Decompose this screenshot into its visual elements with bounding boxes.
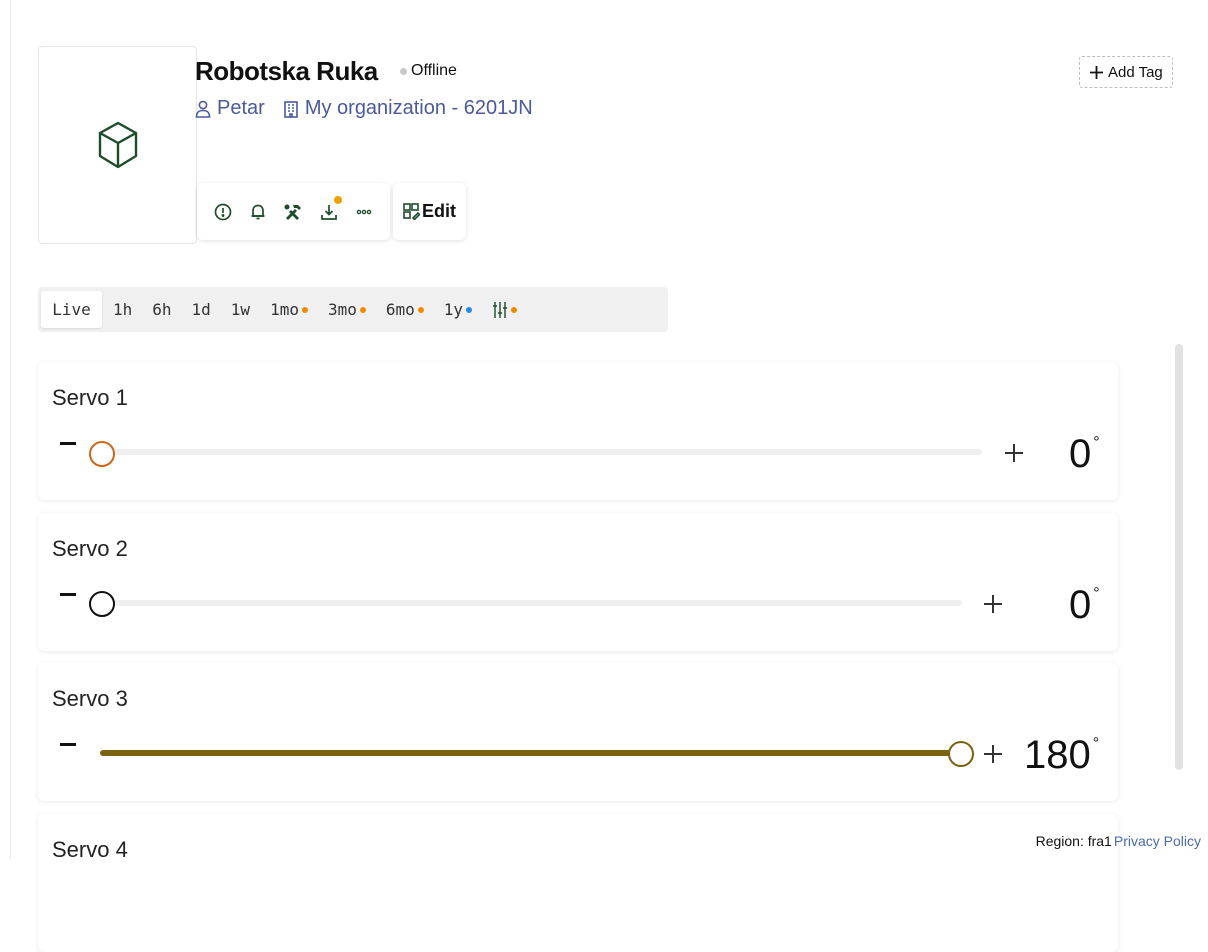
servo-slider-thumb[interactable] <box>89 441 115 467</box>
device-meta: Petar My organization - 6201JN <box>195 97 533 120</box>
tab-1d[interactable]: 1d <box>183 291 220 328</box>
tab-1mo[interactable]: 1mo <box>261 291 317 328</box>
bell-icon <box>251 204 265 219</box>
edit-button[interactable]: Edit <box>393 183 466 240</box>
servo-value-number: 180 <box>1024 733 1091 777</box>
tools-button[interactable] <box>280 199 306 225</box>
servo-slider-fill <box>100 750 962 756</box>
status-text: Offline <box>411 62 457 79</box>
degree-unit: ° <box>1092 735 1100 752</box>
increment-button[interactable] <box>984 745 1002 763</box>
tab-label: Live <box>52 300 91 319</box>
increment-button[interactable] <box>984 595 1002 613</box>
download-badge <box>333 195 342 204</box>
add-tag-button[interactable]: Add Tag <box>1079 56 1173 88</box>
device-image <box>38 46 197 244</box>
tab-label: 1d <box>191 300 211 319</box>
tab-custom-range[interactable] <box>483 291 526 328</box>
tab-label: 1h <box>113 300 133 319</box>
tab-label: 6mo <box>385 300 415 319</box>
servo-value-number: 0 <box>1069 432 1092 476</box>
footer: Region: fra1 Privacy Policy <box>1036 833 1201 849</box>
servo-card: Servo 1 0 ° <box>38 362 1118 500</box>
time-range-selector: Live 1h 6h 1d 1w 1mo 3mo 6mo 1y <box>38 287 668 332</box>
servo-value-number: 0 <box>1069 583 1092 627</box>
owner-link[interactable]: Petar <box>217 97 265 120</box>
tab-label: 1w <box>230 300 251 319</box>
status-dot <box>400 67 407 75</box>
servo-label: Servo 3 <box>52 686 128 711</box>
scrollbar[interactable] <box>1175 344 1183 770</box>
device-status: Offline <box>400 62 457 80</box>
tab-1h[interactable]: 1h <box>104 291 141 328</box>
tab-1w[interactable]: 1w <box>222 291 259 328</box>
servo-value: 0 ° <box>1069 432 1100 477</box>
tab-1y[interactable]: 1y <box>435 291 481 328</box>
servo-slider-track[interactable] <box>100 600 962 606</box>
servo-label: Servo 1 <box>52 385 128 410</box>
range-dot <box>511 306 518 313</box>
servo-slider-thumb[interactable] <box>89 591 115 617</box>
tab-label: 1y <box>443 300 464 319</box>
servo-label: Servo 4 <box>52 837 128 862</box>
privacy-policy-link[interactable]: Privacy Policy <box>1114 833 1201 849</box>
plus-icon <box>1090 65 1103 79</box>
more-icon <box>356 209 372 214</box>
servo-slider-track[interactable] <box>100 750 962 756</box>
servo-card: Servo 3 180 ° <box>38 663 1118 801</box>
tab-label: 3mo <box>327 300 357 319</box>
tab-label: 1mo <box>270 300 299 319</box>
more-button[interactable] <box>351 199 377 225</box>
device-title: Robotska Ruka <box>195 56 378 86</box>
tab-6mo[interactable]: 6mo <box>377 291 433 328</box>
servo-value: 0 ° <box>1069 583 1100 628</box>
organization-link[interactable]: My organization - 6201JN <box>305 97 533 120</box>
servo-value: 180 ° <box>1024 733 1099 778</box>
region-text: Region: fra1 <box>1035 833 1112 849</box>
range-dot <box>359 306 366 313</box>
info-button[interactable] <box>210 199 236 225</box>
decrement-button[interactable] <box>60 593 76 596</box>
user-icon <box>195 100 211 118</box>
notifications-button[interactable] <box>245 199 271 225</box>
degree-unit: ° <box>1093 585 1100 602</box>
tab-6h[interactable]: 6h <box>143 291 180 328</box>
cube-icon <box>98 121 137 169</box>
edit-label: Edit <box>422 201 456 221</box>
servo-label: Servo 2 <box>52 536 128 561</box>
degree-unit: ° <box>1093 434 1100 451</box>
tab-label: 6h <box>152 300 172 319</box>
info-icon <box>214 203 232 220</box>
tab-live[interactable]: Live <box>41 291 102 328</box>
page-left-border <box>10 0 11 859</box>
sliders-icon <box>493 301 508 318</box>
decrement-button[interactable] <box>60 743 76 746</box>
device-toolbar <box>197 183 390 240</box>
servo-card: Servo 4 <box>38 814 1118 952</box>
building-icon <box>283 100 299 118</box>
servo-slider-track[interactable] <box>100 449 982 455</box>
tools-icon <box>284 204 302 220</box>
download-icon <box>321 204 337 220</box>
range-dot <box>417 306 424 313</box>
edit-icon <box>403 203 420 220</box>
servo-slider-thumb[interactable] <box>948 741 974 767</box>
range-dot <box>466 306 473 313</box>
increment-button[interactable] <box>1005 444 1023 462</box>
add-tag-label: Add Tag <box>1108 63 1163 81</box>
decrement-button[interactable] <box>60 442 76 445</box>
servo-card: Servo 2 0 ° <box>38 513 1118 651</box>
range-dot <box>301 306 308 313</box>
download-button[interactable] <box>316 195 342 225</box>
tab-3mo[interactable]: 3mo <box>319 291 375 328</box>
